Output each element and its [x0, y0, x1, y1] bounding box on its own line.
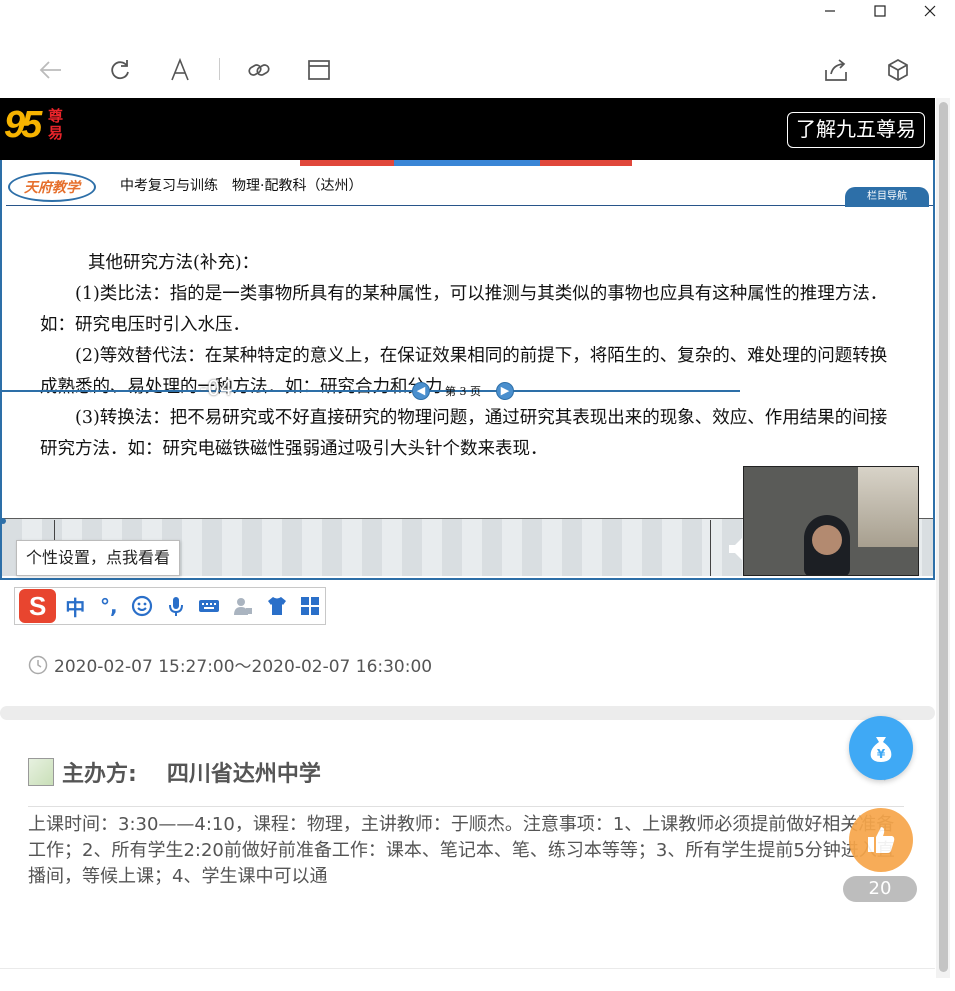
like-count: 20: [843, 876, 917, 902]
maximize-icon: [874, 5, 886, 17]
host-name: 四川省达州中学: [166, 762, 321, 787]
about-button[interactable]: 了解九五尊易: [787, 112, 925, 148]
ime-logo[interactable]: S: [19, 589, 57, 623]
page-navigator: ◀ 第 3 页 ▶: [412, 382, 514, 400]
browser-toolbar: [0, 48, 935, 92]
font-icon: [171, 57, 189, 81]
control-divider: [710, 520, 711, 576]
minimize-button[interactable]: [805, 0, 855, 22]
event-description: 上课时间：3:30——4:10，课程：物理，主讲教师：于顺杰。注意事项：1、上课…: [28, 814, 895, 887]
share-button[interactable]: [822, 56, 850, 84]
clock-icon: [28, 655, 48, 674]
ime-toolbar: S 中 °,: [14, 587, 326, 625]
time-display: -04: [200, 376, 233, 400]
refresh-button[interactable]: [106, 56, 134, 84]
ime-keyboard-button[interactable]: [195, 591, 225, 621]
slide-paragraph-3: (3)转换法：把不易研究或不好直接研究的物理问题，通过研究其表现出来的现象、效应…: [40, 408, 888, 459]
slide-brand-logo: 天府教学: [8, 172, 96, 202]
ime-account-button[interactable]: [228, 591, 258, 621]
reward-button[interactable]: ¥: [849, 716, 913, 780]
like-button[interactable]: [849, 808, 913, 872]
logo-number: 95: [4, 104, 42, 146]
site-logo[interactable]: 95 尊易: [4, 104, 70, 150]
font-button[interactable]: [166, 56, 194, 84]
money-symbol: ¥: [877, 747, 886, 761]
page-number-label: 第 3 页: [445, 385, 481, 398]
user-icon: [234, 598, 253, 615]
toolbar-separator: [219, 58, 220, 80]
host-divider: [28, 806, 904, 807]
window-button[interactable]: [305, 56, 333, 84]
cube-icon: [888, 59, 908, 81]
slide-header-title: 中考复习与训练 物理·配教科（达州）: [120, 178, 363, 194]
keyboard-icon: [199, 600, 220, 612]
host-label: 主办方:: [62, 762, 137, 787]
page-scrollbar[interactable]: [936, 98, 950, 978]
logo-text: 尊易: [48, 107, 64, 142]
slide-header: 天府教学 中考复习与训练 物理·配教科（达州） 栏目导航: [6, 172, 933, 207]
minimize-icon: [825, 10, 835, 12]
thumbs-up-icon: [868, 827, 895, 853]
event-datetime-text: 2020-02-07 15:27:00～2020-02-07 16:30:00: [54, 657, 433, 677]
slide-paragraph-1: (1)类比法：指的是一类事物所具有的某种属性，可以推测与其类似的事物也应具有这种…: [40, 284, 888, 335]
prev-page-button[interactable]: ◀: [412, 382, 430, 400]
progress-track[interactable]: [0, 390, 740, 392]
ime-voice-button[interactable]: [161, 591, 191, 621]
webcam-face: [812, 525, 842, 555]
close-button[interactable]: [905, 0, 955, 22]
section-divider: [0, 706, 935, 720]
host-row[interactable]: 主办方: 四川省达州中学: [28, 756, 321, 788]
maximize-button[interactable]: [855, 0, 905, 22]
link-icon: [248, 64, 270, 76]
scrollbar-thumb[interactable]: [939, 102, 948, 972]
link-button[interactable]: [245, 56, 273, 84]
ime-tooltip[interactable]: 个性设置，点我看看: [16, 540, 181, 576]
progress-start-dot: [0, 518, 6, 524]
smiley-icon: [132, 595, 153, 617]
cube-button[interactable]: [884, 56, 912, 84]
money-bag-icon: ¥: [870, 737, 892, 762]
host-logo-image: [28, 758, 54, 786]
next-page-button[interactable]: ▶: [496, 382, 514, 400]
share-icon: [825, 59, 847, 81]
ime-emoji-button[interactable]: [128, 591, 158, 621]
webcam-background: [858, 467, 918, 547]
ime-toolbox-button[interactable]: [295, 591, 325, 621]
window-icon: [308, 60, 330, 80]
grid-icon: [301, 597, 320, 615]
tshirt-icon: [267, 597, 286, 615]
slide-heading: 其他研究方法(补充)：: [88, 253, 260, 273]
microphone-icon: [168, 597, 183, 616]
event-datetime: 2020-02-07 15:27:00～2020-02-07 16:30:00: [28, 652, 432, 677]
bottom-divider: [0, 968, 935, 969]
window-controls: [805, 0, 955, 22]
stripe-red-1: [300, 160, 394, 166]
back-arrow-icon: [39, 61, 61, 79]
stripe-blue: [394, 160, 540, 166]
site-banner: 95 尊易 了解九五尊易: [0, 98, 935, 160]
stripe-red-2: [540, 160, 632, 166]
close-icon: [924, 5, 936, 17]
ime-punctuation-toggle[interactable]: °,: [94, 591, 124, 621]
ime-skin-button[interactable]: [262, 591, 292, 621]
ime-mode-toggle[interactable]: 中: [60, 591, 90, 621]
slide-content: 其他研究方法(补充)： (1)类比法：指的是一类事物所具有的某种属性，可以推测与…: [40, 248, 900, 465]
slide-top-stripe: [2, 160, 933, 166]
teacher-webcam[interactable]: [743, 466, 919, 576]
refresh-icon: [111, 60, 129, 80]
back-button[interactable]: [37, 56, 65, 84]
column-nav-button[interactable]: 栏目导航: [845, 187, 929, 207]
